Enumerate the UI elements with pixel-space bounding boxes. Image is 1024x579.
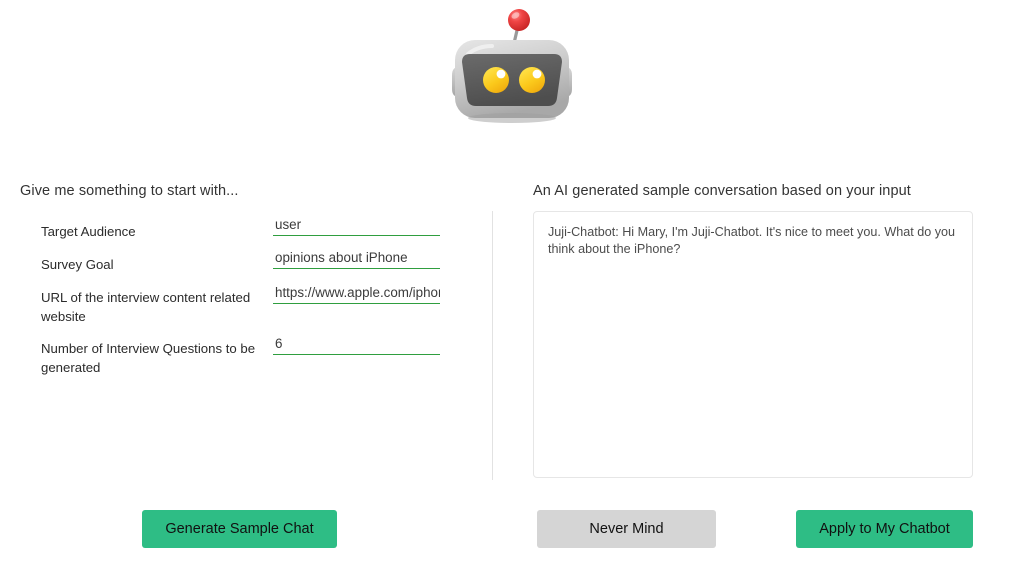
generate-sample-chat-button[interactable]: Generate Sample Chat (142, 510, 337, 548)
question-count-input[interactable] (273, 336, 440, 355)
input-form-panel: Give me something to start with... Targe… (0, 183, 492, 483)
left-eye-highlight (496, 69, 506, 79)
apply-to-my-chatbot-button[interactable]: Apply to My Chatbot (796, 510, 973, 548)
form-fields: Target Audience Survey Goal URL of the i… (41, 217, 461, 391)
interview-url-label: URL of the interview content related web… (41, 290, 251, 324)
robot-mascot-icon (437, 4, 587, 126)
question-count-label: Number of Interview Questions to be gene… (41, 341, 256, 375)
form-row-target-audience: Target Audience (41, 217, 461, 247)
left-eye (483, 67, 509, 93)
survey-goal-input[interactable] (273, 250, 440, 269)
panel-divider (492, 211, 493, 480)
right-eye (519, 67, 545, 93)
survey-goal-label: Survey Goal (41, 257, 114, 272)
right-panel-heading: An AI generated sample conversation base… (533, 183, 911, 199)
chin-shadow (468, 113, 556, 123)
robot-head-icon (452, 9, 572, 123)
form-row-survey-goal: Survey Goal (41, 250, 461, 280)
face-plate (462, 54, 562, 106)
antenna-ball-icon (508, 9, 530, 31)
target-audience-label: Target Audience (41, 224, 136, 239)
sample-conversation-textarea[interactable] (533, 211, 973, 478)
never-mind-button[interactable]: Never Mind (537, 510, 716, 548)
target-audience-input[interactable] (273, 217, 440, 236)
interview-url-input[interactable] (273, 285, 440, 304)
form-row-question-count: Number of Interview Questions to be gene… (41, 336, 461, 382)
form-row-interview-url: URL of the interview content related web… (41, 285, 461, 331)
right-eye-highlight (532, 69, 542, 79)
left-panel-heading: Give me something to start with... (20, 183, 239, 199)
